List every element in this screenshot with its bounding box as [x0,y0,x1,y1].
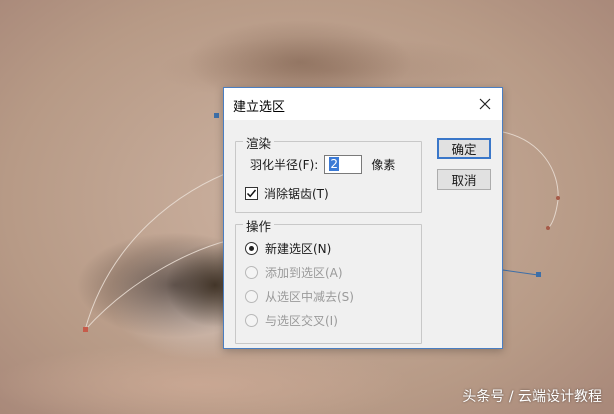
antialias-checkbox[interactable] [245,187,258,200]
anchor-point[interactable] [546,226,550,230]
radio-button[interactable] [245,290,258,303]
feather-radius-input[interactable]: 2 [324,155,363,174]
checkmark-icon [246,189,257,198]
radio-label: 添加到选区(A) [265,266,343,280]
render-group: 渲染 羽化半径(F): 2 像素 消除锯齿(T) [235,133,422,213]
radio-button[interactable] [245,314,258,327]
radio-label: 从选区中减去(S) [265,290,354,304]
radio-button[interactable] [245,266,258,279]
watermark: 头条号 / 云端设计教程 [462,389,602,405]
ok-button[interactable]: 确定 [437,138,491,159]
feather-radius-value: 2 [329,157,339,171]
render-group-title: 渲染 [243,133,275,152]
radio-add-to-selection[interactable]: 添加到选区(A) [245,264,343,281]
pixel-unit-label: 像素 [371,158,396,172]
dialog-title: 建立选区 [233,100,286,115]
anchor-point[interactable] [214,113,219,118]
radio-subtract-from-selection[interactable]: 从选区中减去(S) [245,288,354,305]
cancel-button[interactable]: 取消 [437,169,491,190]
radio-label: 与选区交叉(I) [265,314,338,328]
anchor-point[interactable] [556,196,560,200]
antialias-label: 消除锯齿(T) [264,187,329,201]
radio-button[interactable] [245,242,258,255]
feather-radius-label: 羽化半径(F): [250,158,319,172]
anchor-point[interactable] [536,272,541,277]
operation-group: 操作 新建选区(N) 添加到选区(A) 从选区中减去(S) 与选区交叉(I) [235,216,422,344]
dialog-titlebar[interactable]: 建立选区 [224,88,502,120]
anchor-point[interactable] [83,327,88,332]
radio-new-selection[interactable]: 新建选区(N) [245,240,331,257]
make-selection-dialog: 建立选区 渲染 羽化半径(F): 2 像素 消除锯齿(T) 操作 新建选区(N)… [223,87,503,349]
operation-group-title: 操作 [243,216,275,235]
close-icon[interactable] [474,93,496,115]
radio-label: 新建选区(N) [265,242,332,256]
radio-intersect-selection[interactable]: 与选区交叉(I) [245,312,338,329]
